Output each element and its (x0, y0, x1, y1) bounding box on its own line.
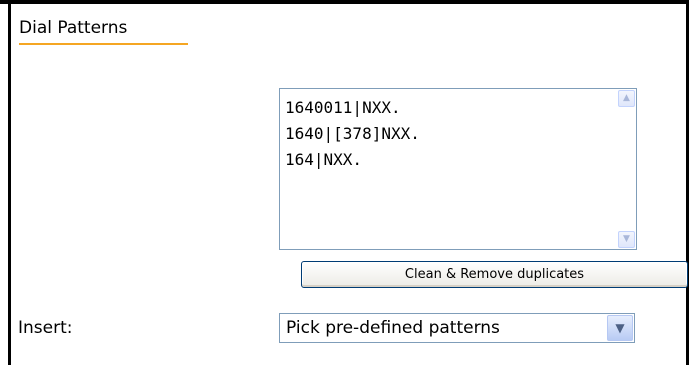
textarea-content: 1640011|NXX. 1640|[378]NXX. 164|NXX. (285, 95, 420, 173)
scroll-down-icon[interactable]: ▼ (618, 231, 635, 248)
dial-patterns-textarea[interactable]: 1640011|NXX. 1640|[378]NXX. 164|NXX. ▲ ▼ (279, 88, 637, 250)
insert-label: Insert: (18, 318, 73, 338)
pattern-line: 1640011|NXX. (285, 98, 401, 117)
scroll-up-icon[interactable]: ▲ (618, 90, 635, 107)
clean-remove-duplicates-button[interactable]: Clean & Remove duplicates (301, 261, 688, 288)
frame-left-border (8, 0, 11, 365)
pattern-select-value: Pick pre-defined patterns (286, 318, 500, 338)
pattern-line: 164|NXX. (285, 150, 363, 169)
pattern-select[interactable]: Pick pre-defined patterns ▼ (279, 313, 635, 343)
pattern-line: 1640|[378]NXX. (285, 124, 420, 143)
vertical-scrollbar[interactable]: ▲ ▼ (618, 90, 635, 248)
title-underline (19, 43, 188, 45)
section-title: Dial Patterns (19, 18, 128, 38)
chevron-down-icon[interactable]: ▼ (607, 315, 633, 341)
frame-top-border (0, 0, 689, 4)
